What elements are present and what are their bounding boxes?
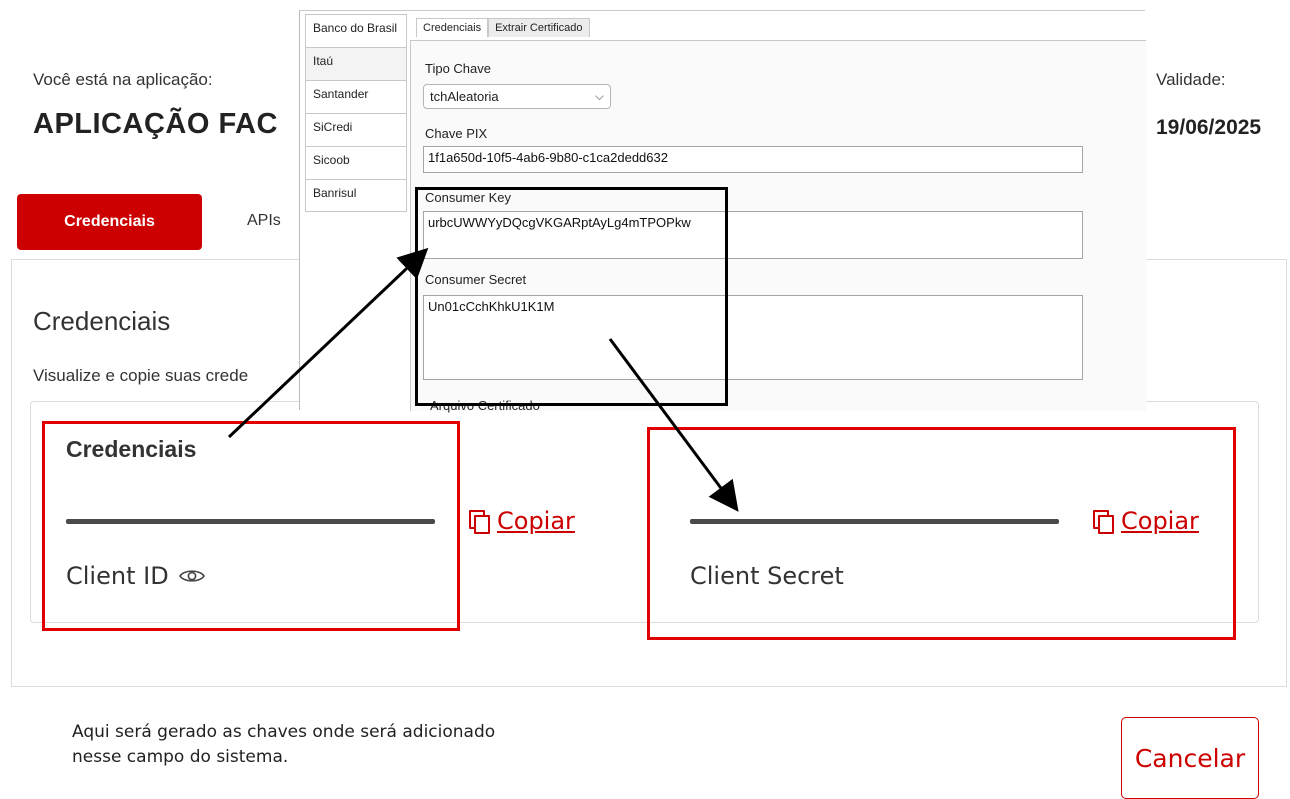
annotation-arrows xyxy=(227,247,739,512)
arrow-to-consumer-key xyxy=(227,247,429,439)
arrow-to-client-secret xyxy=(608,338,739,512)
